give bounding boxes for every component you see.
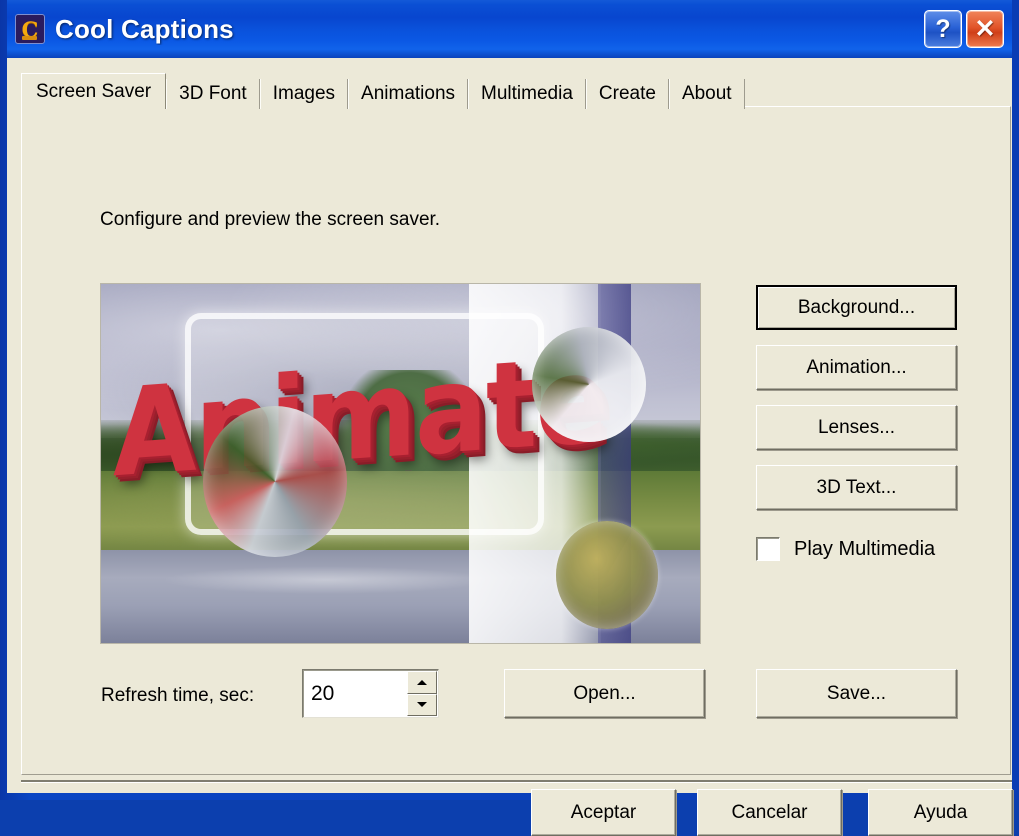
tab-images[interactable]: Images <box>259 79 349 109</box>
refresh-time-spinner[interactable] <box>302 669 439 718</box>
refresh-time-label: Refresh time, sec: <box>101 685 255 706</box>
refresh-time-input[interactable] <box>303 680 407 707</box>
tab-about[interactable]: About <box>668 79 745 109</box>
animation-button[interactable]: Animation... <box>756 345 957 390</box>
spinner-buttons[interactable] <box>407 671 437 716</box>
tab-strip: Screen Saver 3D Font Images Animations M… <box>21 73 745 109</box>
help-dialog-button[interactable]: Ayuda <box>868 789 1013 836</box>
application-window: C Cool Captions ? ✕ Screen Saver 3D Font… <box>0 0 1019 836</box>
bottom-separator <box>21 780 1012 782</box>
panel-hint-text: Configure and preview the screen saver. <box>100 209 441 230</box>
tab-panel-screen-saver: Configure and preview the screen saver. … <box>21 106 1011 775</box>
spinner-up-icon[interactable] <box>407 671 437 694</box>
screen-saver-preview[interactable]: Animate <box>100 283 701 644</box>
help-button[interactable]: ? <box>924 10 962 48</box>
play-multimedia-checkbox[interactable]: Play Multimedia <box>756 537 935 561</box>
preview-lens-left <box>202 406 347 557</box>
tab-screen-saver[interactable]: Screen Saver <box>21 73 167 109</box>
tab-create[interactable]: Create <box>585 79 669 109</box>
tab-3d-font[interactable]: 3D Font <box>166 79 260 109</box>
save-button[interactable]: Save... <box>756 669 957 718</box>
title-bar-buttons: ? ✕ <box>924 10 1008 48</box>
client-area: Screen Saver 3D Font Images Animations M… <box>7 58 1013 836</box>
accept-button[interactable]: Aceptar <box>531 789 676 836</box>
open-button[interactable]: Open... <box>504 669 705 718</box>
preview-scene: Animate <box>101 284 700 643</box>
3d-text-button[interactable]: 3D Text... <box>756 465 957 510</box>
title-bar: C Cool Captions ? ✕ <box>7 0 1012 58</box>
preview-lens-top-right <box>532 327 647 442</box>
window-title: Cool Captions <box>55 13 234 44</box>
lenses-button[interactable]: Lenses... <box>756 405 957 450</box>
background-button[interactable]: Background... <box>756 285 957 330</box>
close-icon[interactable]: ✕ <box>966 10 1004 48</box>
app-logo-bar <box>22 36 37 40</box>
checkbox-box-icon[interactable] <box>756 537 780 561</box>
tab-animations[interactable]: Animations <box>348 79 469 109</box>
app-logo-icon: C <box>15 14 45 44</box>
cancel-button[interactable]: Cancelar <box>697 789 842 836</box>
preview-lens-bottom-right <box>556 520 659 629</box>
play-multimedia-label: Play Multimedia <box>794 537 936 560</box>
tab-multimedia[interactable]: Multimedia <box>468 79 586 109</box>
spinner-down-icon[interactable] <box>407 693 437 716</box>
